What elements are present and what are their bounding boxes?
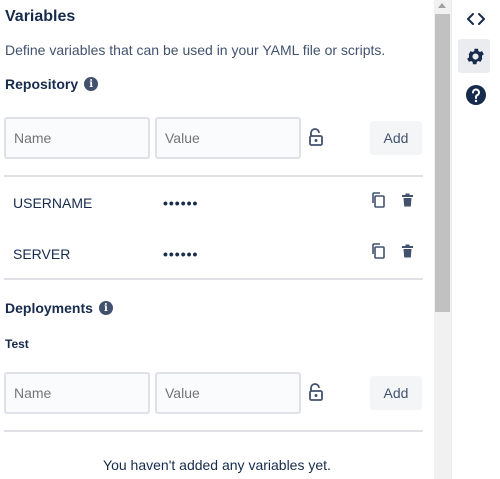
scroll-thumb[interactable]	[435, 14, 450, 312]
rail-item-help[interactable]	[451, 83, 500, 107]
rail-item-code[interactable]	[451, 9, 500, 29]
environment-name: Test	[5, 337, 29, 351]
info-icon[interactable]: i	[84, 77, 99, 91]
unlocked-padlock-icon[interactable]	[308, 383, 324, 401]
variables-panel: Variables Define variables that can be u…	[0, 0, 434, 479]
code-icon	[466, 13, 485, 25]
variable-name: USERNAME	[13, 195, 93, 211]
deployment-add-button[interactable]: Add	[370, 376, 422, 410]
trash-icon[interactable]	[401, 244, 414, 258]
repository-heading-label: Repository	[5, 76, 79, 92]
repository-add-button[interactable]: Add	[370, 121, 422, 155]
gear-icon	[467, 48, 484, 64]
repository-heading: Repository i	[5, 76, 99, 92]
divider	[4, 175, 423, 177]
copy-icon[interactable]	[370, 192, 386, 208]
copy-icon[interactable]	[370, 243, 386, 259]
deployment-name-input[interactable]	[4, 372, 150, 414]
help-icon	[465, 85, 486, 105]
unlocked-padlock-icon[interactable]	[308, 128, 324, 146]
scroll-up-arrow-icon[interactable]	[438, 3, 446, 8]
rail-item-settings[interactable]	[451, 45, 500, 67]
deployments-heading-label: Deployments	[5, 300, 93, 316]
page-description: Define variables that can be used in you…	[5, 42, 386, 58]
divider	[4, 430, 423, 432]
page-title: Variables	[5, 8, 76, 25]
variable-value: ••••••	[163, 195, 199, 211]
repository-name-input[interactable]	[4, 117, 150, 159]
info-icon[interactable]: i	[98, 301, 113, 315]
deployment-value-input[interactable]	[155, 372, 301, 414]
deployments-heading: Deployments i	[5, 300, 113, 316]
divider	[4, 278, 423, 280]
variable-value: ••••••	[163, 246, 199, 262]
repository-value-input[interactable]	[155, 117, 301, 159]
scrollbar[interactable]	[434, 0, 451, 479]
trash-icon[interactable]	[401, 193, 414, 207]
empty-state-message: You haven't added any variables yet.	[103, 457, 331, 473]
variable-name: SERVER	[13, 246, 71, 262]
